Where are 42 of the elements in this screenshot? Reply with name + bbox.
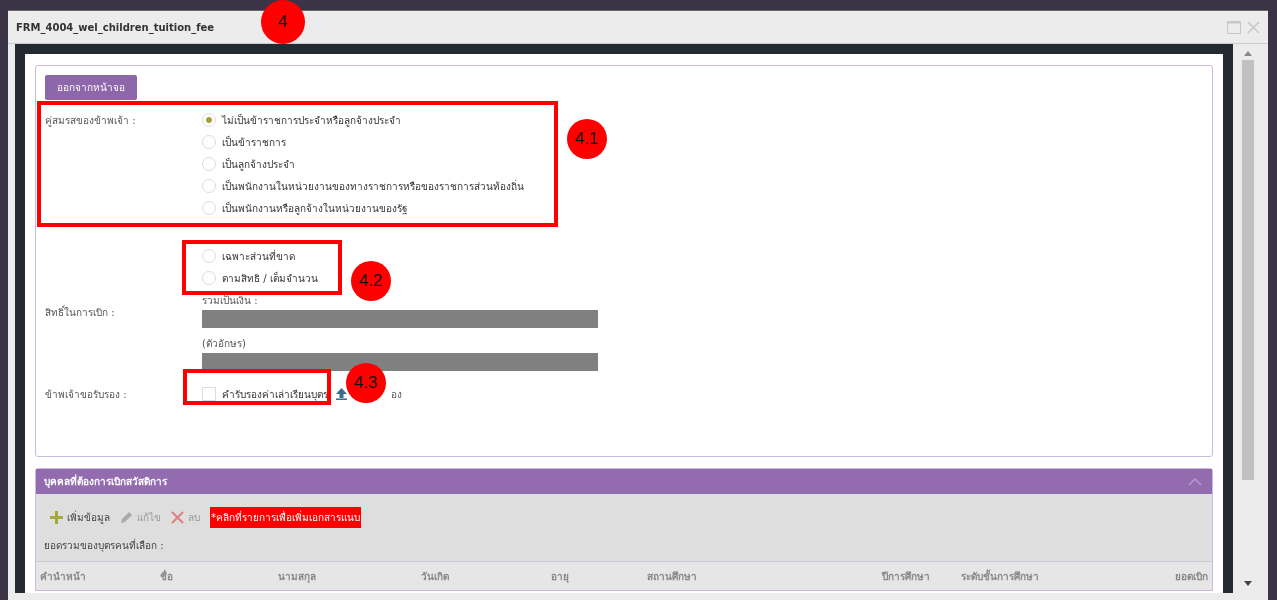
close-icon[interactable] — [1247, 20, 1260, 34]
callout-number: 4 — [261, 0, 305, 44]
input-field[interactable] — [202, 353, 598, 371]
add-button[interactable]: เพิ่มข้อมูล — [50, 509, 110, 525]
field-label: รวมเป็นเงิน : — [202, 294, 259, 308]
field-label: ข้าพเจ้าขอรับรอง : — [45, 387, 128, 402]
checkbox[interactable] — [202, 387, 216, 401]
close-icon — [171, 510, 184, 524]
column-header[interactable]: ระดับชั้นการศึกษา — [961, 568, 1140, 584]
pencil-icon — [120, 510, 133, 524]
radio-option[interactable]: ไม่เป็นข้าราชการประจำหรือลูกจ้างประจำ — [202, 109, 401, 131]
exit-button[interactable]: ออกจากหน้าจอ — [45, 75, 137, 100]
panel-title: บุคคลที่ต้องการเบิกสวัสดิการ — [44, 474, 167, 489]
scrollbar-thumb[interactable] — [1242, 60, 1254, 480]
field-label: (ตัวอักษร) — [202, 337, 247, 351]
column-header[interactable]: อายุ — [551, 568, 647, 584]
field-label: คู่สมรสของข้าพเจ้า : — [45, 114, 137, 128]
checkbox-option[interactable]: คำรับรองค่าเล่าเรียนบุตร — [202, 383, 328, 405]
radio-option[interactable]: เฉพาะส่วนที่ขาด — [202, 245, 295, 267]
field-label: สิทธิ์ในการเบิก : — [45, 304, 116, 320]
input-field[interactable] — [202, 310, 598, 328]
radio-option[interactable]: เป็นข้าราชการ — [202, 131, 286, 153]
total-label: ยอดรวมของบุตรคนที่เลือก : — [43, 537, 165, 554]
upload-icon[interactable] — [336, 388, 347, 400]
radio-option[interactable]: เป็นพนักงานในหน่วยงานของทางราชการหรือของราชการส่วนท้องถิ่น — [202, 175, 524, 197]
upload-label[interactable]: อง — [391, 386, 402, 402]
radio-option[interactable]: เป็นลูกจ้างประจำ — [202, 153, 295, 175]
scroll-down-icon[interactable] — [1244, 581, 1252, 587]
column-header[interactable]: นามสกุล — [278, 568, 421, 584]
column-header[interactable]: ยอดเบิก — [1140, 568, 1208, 584]
column-header[interactable]: สถานศึกษา — [647, 568, 882, 584]
radio-option[interactable]: ตามสิทธิ / เต็มจำนวน — [202, 267, 318, 289]
plus-icon — [50, 510, 63, 524]
chevron-up-icon[interactable] — [1188, 477, 1202, 486]
column-header[interactable]: ปีการศึกษา — [882, 568, 961, 584]
notice-text: *คลิกที่รายการเพื่อเพิ่มเอกสารแนบ — [210, 506, 361, 528]
radio-option[interactable]: เป็นพนักงานหรือลูกจ้างในหน่วยงานของรัฐ — [202, 197, 408, 219]
maximize-icon[interactable] — [1227, 20, 1241, 34]
scroll-up-icon[interactable] — [1244, 50, 1252, 56]
column-header[interactable]: คำนำหน้า — [40, 568, 160, 584]
column-header[interactable]: ชื่อ — [160, 568, 278, 584]
column-header[interactable]: วันเกิด — [421, 568, 551, 584]
